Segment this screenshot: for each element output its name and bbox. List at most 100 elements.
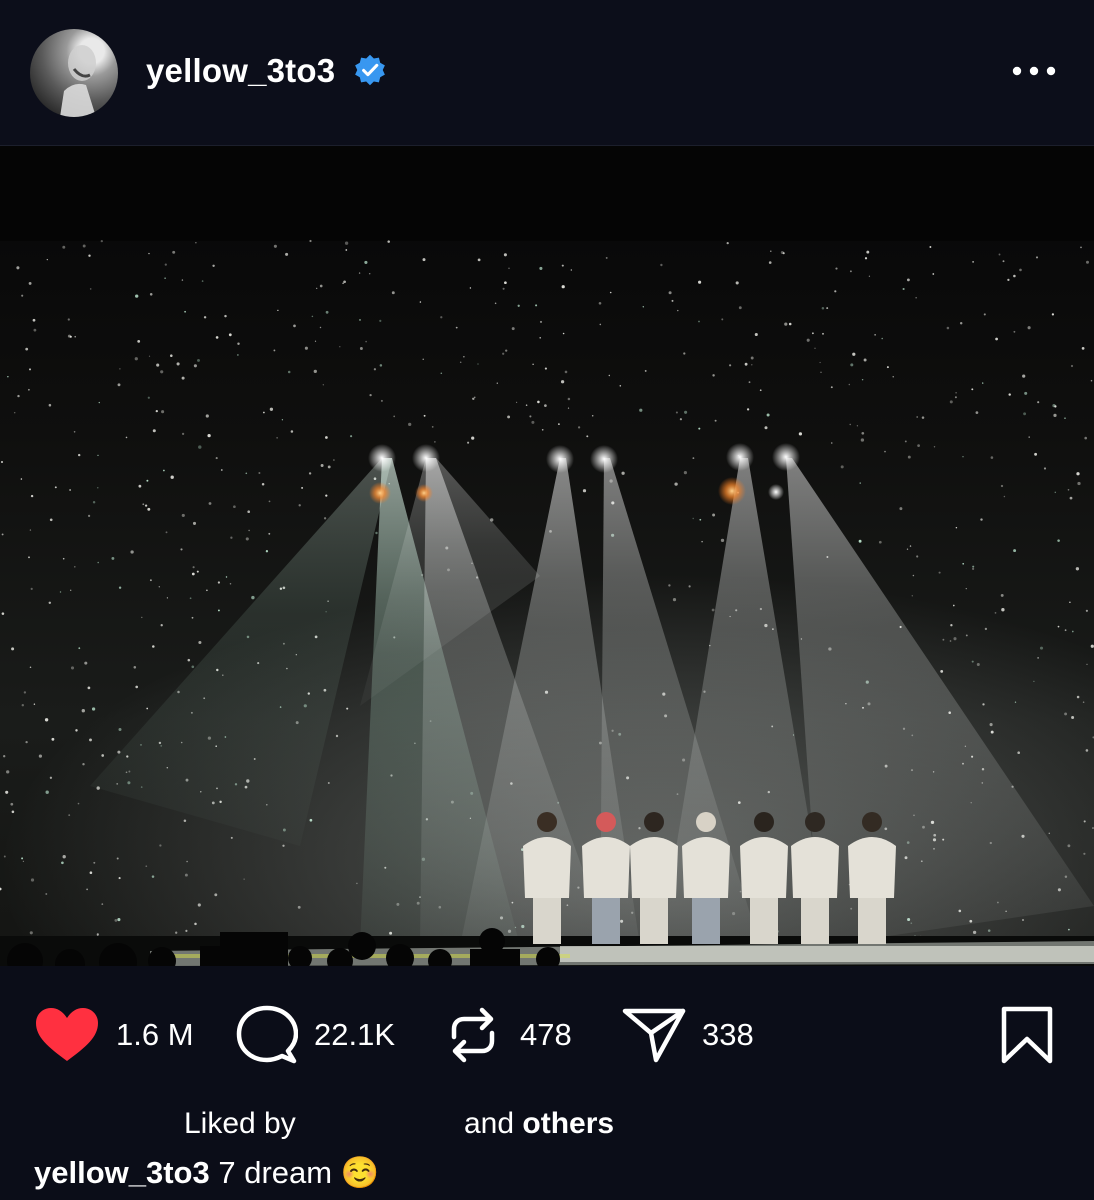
performer-body	[582, 837, 630, 898]
crowd-light	[591, 415, 594, 417]
crowd-light	[1027, 326, 1031, 330]
crowd-light	[744, 362, 748, 366]
crowd-light	[770, 250, 772, 252]
share-button[interactable]: 338	[622, 1005, 754, 1065]
crowd-light	[379, 364, 383, 367]
crowd-light	[962, 456, 964, 458]
crowd-light	[721, 318, 724, 321]
crowd-light	[1013, 330, 1016, 333]
crowd-light	[621, 471, 625, 475]
crowd-light	[263, 411, 265, 414]
like-count: 1.6 M	[116, 1017, 194, 1052]
crowd-light	[748, 381, 751, 384]
crowd-light	[333, 459, 335, 461]
liked-by-others[interactable]: others	[522, 1107, 614, 1140]
crowd-light	[639, 408, 643, 412]
crowd-light	[74, 335, 76, 338]
crowd-light	[455, 326, 458, 329]
crowd-light	[511, 327, 515, 331]
crowd-light	[504, 281, 507, 285]
crowd-light	[343, 280, 346, 284]
crowd-light	[477, 258, 481, 262]
crowd-light	[28, 281, 32, 285]
crowd-light	[868, 275, 871, 277]
crowd-light	[558, 423, 560, 425]
crowd-light	[1019, 268, 1022, 272]
crowd-light	[856, 425, 859, 427]
crowd-light	[313, 369, 317, 374]
crowd-light	[359, 318, 361, 321]
performer-head	[537, 812, 557, 832]
crowd-light	[567, 397, 571, 401]
crowd-light	[496, 382, 498, 384]
crowd-light	[368, 272, 371, 275]
crowd-light	[525, 404, 528, 406]
crowd-light	[290, 430, 294, 433]
comment-bubble-icon	[236, 1005, 298, 1064]
crowd-light	[134, 357, 138, 361]
crowd-light	[577, 426, 581, 429]
avatar[interactable]	[30, 29, 118, 117]
crowd-light	[28, 388, 30, 391]
post-image[interactable]	[0, 146, 1094, 966]
crowd-light	[237, 354, 239, 356]
crowd-light	[137, 340, 141, 343]
crowd-light	[684, 410, 688, 414]
crowd-light	[125, 436, 128, 439]
crowd-light	[32, 318, 36, 322]
crowd-light	[119, 368, 121, 370]
repost-button[interactable]: 478	[446, 1005, 572, 1065]
comment-button[interactable]: 22.1K	[236, 1005, 395, 1065]
crowd-light	[608, 374, 610, 377]
crowd-light	[1084, 436, 1087, 440]
performer-body	[630, 837, 678, 898]
crowd-light	[812, 332, 814, 335]
crowd-light	[971, 388, 974, 391]
crowd-light	[714, 419, 717, 422]
crowd-light	[220, 469, 223, 471]
crowd-light	[567, 407, 570, 409]
crowd-light	[1070, 364, 1074, 368]
liked-by-suffix[interactable]: and others	[464, 1107, 614, 1141]
crowd-light	[698, 427, 701, 430]
ellipsis-icon[interactable]	[1005, 56, 1065, 86]
crowd-light	[906, 278, 910, 282]
performer-head	[805, 812, 825, 832]
crowd-light	[379, 319, 382, 322]
crowd-light	[170, 354, 173, 357]
crowd-light	[864, 257, 868, 260]
username[interactable]: yellow_3to3	[146, 52, 335, 90]
crowd-light	[149, 293, 153, 296]
crowd-light	[995, 337, 998, 341]
crowd-light	[160, 370, 164, 374]
heart-filled-icon	[36, 1008, 98, 1061]
crowd-light	[539, 320, 543, 323]
crowd-light	[345, 249, 348, 251]
crowd-light	[544, 404, 547, 407]
crowd-light	[1081, 347, 1085, 350]
crowd-light	[344, 241, 349, 245]
caption-username[interactable]: yellow_3to3	[34, 1155, 210, 1190]
crowd-light	[671, 299, 674, 302]
crowd-light	[874, 334, 876, 336]
like-button[interactable]: 1.6 M	[34, 1005, 194, 1065]
crowd-light	[293, 324, 296, 328]
crowd-light	[387, 240, 390, 243]
crowd-light	[750, 356, 754, 360]
crowd-light	[735, 281, 739, 285]
crowd-light	[82, 244, 86, 248]
crowd-light	[517, 304, 520, 307]
crowd-light	[840, 465, 844, 469]
crowd-light	[365, 340, 367, 343]
crowd-light	[605, 256, 608, 259]
crowd-light	[535, 304, 538, 307]
save-button[interactable]	[1000, 1005, 1054, 1065]
performer-head	[754, 812, 774, 832]
crowd-light	[164, 263, 167, 266]
crowd-light	[419, 301, 422, 303]
crowd-light	[273, 244, 277, 248]
crowd-light	[679, 418, 682, 421]
crowd-light	[467, 441, 470, 444]
crowd-light	[660, 263, 663, 267]
crowd-light	[819, 361, 821, 364]
